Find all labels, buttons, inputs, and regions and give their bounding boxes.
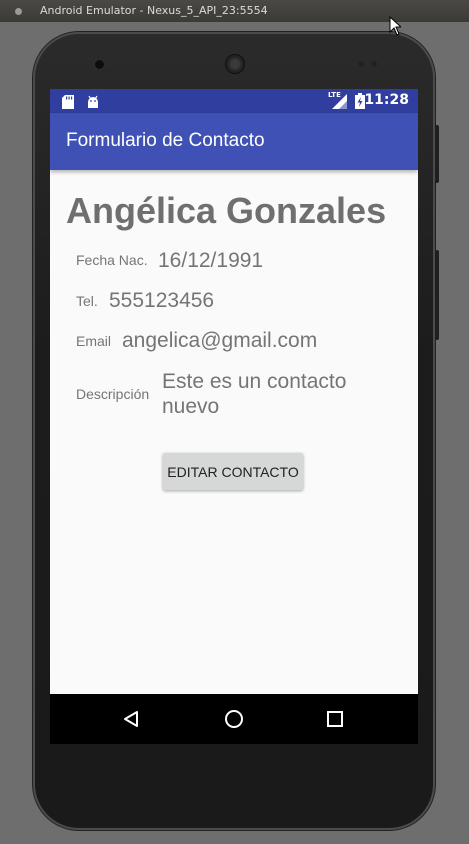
edit-contact-button[interactable]: EDITAR CONTACTO	[163, 453, 303, 490]
back-button[interactable]	[101, 694, 161, 744]
home-button[interactable]	[204, 694, 264, 744]
volume-button[interactable]	[435, 250, 439, 340]
back-icon	[124, 711, 138, 727]
recents-button[interactable]	[305, 694, 365, 744]
page-title: Formulario de Contacto	[66, 130, 265, 151]
contact-name: Angélica Gonzales	[66, 190, 387, 231]
birth-date-label: Fecha Nac.	[76, 252, 148, 268]
phone-value: 555123456	[109, 289, 215, 312]
android-icon	[86, 94, 100, 113]
description-line-1: Este es un contacto	[162, 370, 347, 393]
description-label: Descripción	[76, 386, 150, 402]
email-label: Email	[76, 333, 112, 349]
description-value: Este es un contacto nuevo	[162, 369, 346, 419]
sd-card-icon	[62, 94, 74, 113]
app-bar: Formulario de Contacto	[50, 113, 418, 170]
status-bar: LTE 11:28	[50, 89, 418, 113]
light-sensor-icon	[371, 61, 377, 67]
proximity-sensor-icon	[358, 61, 364, 67]
window-title: Android Emulator - Nexus_5_API_23:5554	[40, 4, 268, 17]
power-button[interactable]	[435, 125, 439, 183]
birth-date-value: 16/12/1991	[158, 249, 264, 272]
email-value: angelica@gmail.com	[122, 329, 318, 352]
front-camera-icon	[95, 60, 104, 69]
description-line-2: nuevo	[162, 395, 220, 418]
phone-label: Tel.	[76, 293, 98, 309]
status-time: 11:28	[364, 92, 409, 108]
navigation-bar	[50, 694, 418, 744]
earpiece-speaker-icon	[225, 54, 245, 74]
mouse-cursor-icon	[389, 16, 401, 36]
window-menu-icon[interactable]	[15, 8, 22, 15]
device-screen: LTE 11:28 Formulario de Contacto Angélic…	[50, 89, 418, 744]
recents-icon	[327, 711, 343, 727]
network-type-label: LTE	[328, 91, 341, 99]
home-icon	[225, 710, 243, 728]
